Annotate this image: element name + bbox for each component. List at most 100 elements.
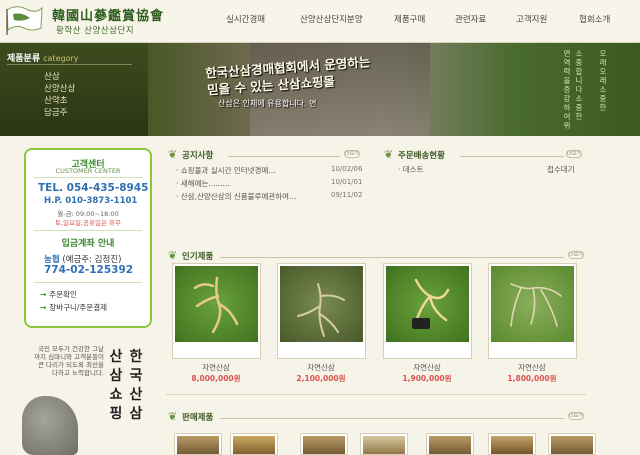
category-item-cultivated-ginseng[interactable]: 산양산삼 <box>44 82 75 94</box>
notice-item-text: 쇼핑몰과 실시간 인터넷경매... <box>180 166 276 175</box>
order-more-button[interactable]: 더보기 <box>566 150 582 158</box>
notice-item-text: 새해에는......... <box>180 179 230 188</box>
order-status-header: ❦ 주문배송현황 더보기 <box>384 148 584 162</box>
divider <box>166 394 586 395</box>
category-item-herbs[interactable]: 산약초 <box>44 94 67 106</box>
sale-product-thumb[interactable] <box>174 433 222 455</box>
sale-product-thumb[interactable] <box>360 433 408 455</box>
notice-item-text: 산삼,산양산삼의 신품불루에관하여... <box>180 192 297 201</box>
phone-number: TEL. 054-435-8945 <box>38 182 149 194</box>
product-name[interactable]: 자연산삼 <box>382 362 472 373</box>
intro-poem: 국민 모두가 건강한 그날까지 심마니와 고객분들이 큰 다리가 되도록 최선을… <box>34 345 104 377</box>
mobile-number: H.P. 010-3873-1101 <box>44 196 138 206</box>
order-check-link[interactable]: → 주문확인 <box>40 289 77 300</box>
nav-about[interactable]: 협회소개 <box>579 13 610 25</box>
hero-vertical-text-1: 면역력을 증강하여 위 <box>563 49 571 130</box>
sale-product-thumb[interactable] <box>230 433 278 455</box>
product-name[interactable]: 자연산삼 <box>276 362 366 373</box>
leaf-icon: ❦ <box>168 410 178 423</box>
sale-product-thumb[interactable] <box>426 433 474 455</box>
notice-date: 10/02/06 <box>331 165 363 173</box>
category-title: 제품분류 category <box>7 51 78 64</box>
product-image <box>386 266 469 342</box>
leaf-icon: ❦ <box>168 249 178 262</box>
sale-product-thumb[interactable] <box>548 433 596 455</box>
product-name[interactable]: 자연산삼 <box>487 362 577 373</box>
product-card[interactable] <box>383 263 472 359</box>
divider <box>34 177 142 178</box>
leaf-icon: ❦ <box>384 148 394 161</box>
notice-date: 10/01/01 <box>331 178 363 186</box>
product-image <box>491 436 533 454</box>
popular-title: 인기제품 <box>182 252 214 262</box>
leaf-icon: ❦ <box>168 148 178 161</box>
cart-link[interactable]: → 장바구니/주문결제 <box>40 302 107 313</box>
product-card[interactable] <box>488 263 577 359</box>
product-price: 1,800,000원 <box>507 374 557 383</box>
sale-header: ❦ 판매제품 더보기 <box>168 410 584 424</box>
nav-purchase[interactable]: 제품구매 <box>394 13 425 25</box>
order-item-name[interactable]: · 데스트 <box>398 164 423 175</box>
divider <box>460 156 564 157</box>
product-image <box>280 266 363 342</box>
popular-header: ❦ 인기제품 더보기 <box>168 249 584 263</box>
divider <box>220 418 564 419</box>
logo-title: 韓國山蔘鑑賞協會 <box>52 9 165 24</box>
calligraphy-col-2: 한국산삼 <box>129 349 143 422</box>
hero-vertical-text-3: 오래오래 소중한 <box>599 49 607 112</box>
sale-product-thumb[interactable] <box>488 433 536 455</box>
divider <box>34 282 142 283</box>
order-status-title: 주문배송현황 <box>398 151 445 161</box>
notice-date: 09/11/02 <box>331 191 363 199</box>
sale-title: 판매제품 <box>182 413 214 423</box>
product-image <box>177 436 219 454</box>
product-card[interactable] <box>172 263 261 359</box>
category-panel: 제품분류 category 산삼 산양산삼 산약초 담금주 <box>0 43 148 136</box>
customer-center-box: 고객센터 CUSTOMER CENTER TEL. 054-435-8945 H… <box>24 148 152 328</box>
header: 韓國山蔘鑑賞協會 황학산 산양산삼단지 실시간경매 산양산삼단지분양 제품구매 … <box>0 0 640 43</box>
divider <box>7 64 132 65</box>
cart-label: 장바구니/주문결제 <box>49 303 108 312</box>
holiday-notice: 토,일요일,공휴일은 휴무 <box>55 219 121 227</box>
site-logo[interactable]: 韓國山蔘鑑賞協會 황학산 산양산삼단지 <box>4 2 194 40</box>
product-price: 8,000,000원 <box>191 374 241 383</box>
ginseng-root-icon <box>297 283 345 337</box>
product-image <box>303 436 345 454</box>
product-image <box>429 436 471 454</box>
sale-more-button[interactable]: 더보기 <box>568 412 584 420</box>
product-card[interactable] <box>277 263 366 359</box>
notice-more-button[interactable]: 더보기 <box>344 150 360 158</box>
order-item-status: 접수대기 <box>547 165 575 174</box>
product-price: 2,100,000원 <box>296 374 346 383</box>
ginseng-root-icon <box>412 278 450 329</box>
sale-product-thumb[interactable] <box>300 433 348 455</box>
divider <box>34 230 142 231</box>
ginseng-root-icon <box>193 276 239 334</box>
product-price: 1,900,000원 <box>402 374 452 383</box>
product-image <box>551 436 593 454</box>
category-item-wild-ginseng[interactable]: 산삼 <box>44 70 60 82</box>
hero-banner: 제품분류 category 산삼 산양산삼 산약초 담금주 한국산삼경매협회에서 … <box>0 43 640 136</box>
nav-support[interactable]: 고객지원 <box>516 13 547 25</box>
category-title-en: category <box>43 54 79 63</box>
product-image <box>491 266 574 342</box>
account-title: 입금계좌 안내 <box>61 239 115 249</box>
nav-complex-sale[interactable]: 산양산삼단지분양 <box>300 13 363 25</box>
notice-header: ❦ 공지사항 더보기 <box>168 148 364 162</box>
product-image <box>175 266 258 342</box>
product-image <box>233 436 275 454</box>
logo-subtitle: 황학산 산양산삼단지 <box>56 26 135 36</box>
product-name[interactable]: 자연산삼 <box>171 362 261 373</box>
divider <box>220 257 564 258</box>
nav-auction[interactable]: 실시간경매 <box>226 13 265 25</box>
arrow-right-icon: → <box>40 290 47 299</box>
category-item-liquor[interactable]: 담금주 <box>44 106 67 118</box>
main-nav: 실시간경매 산양산삼단지분양 제품구매 관련자료 고객지원 협회소개 <box>210 0 640 43</box>
flag-logo-icon <box>6 6 43 35</box>
popular-more-button[interactable]: 더보기 <box>568 251 584 259</box>
nav-resources[interactable]: 관련자료 <box>455 13 486 25</box>
notice-title: 공지사항 <box>182 151 214 161</box>
arrow-right-icon: → <box>40 303 47 312</box>
order-item-text: 데스트 <box>402 165 424 174</box>
order-check-label: 주문확인 <box>49 290 77 299</box>
